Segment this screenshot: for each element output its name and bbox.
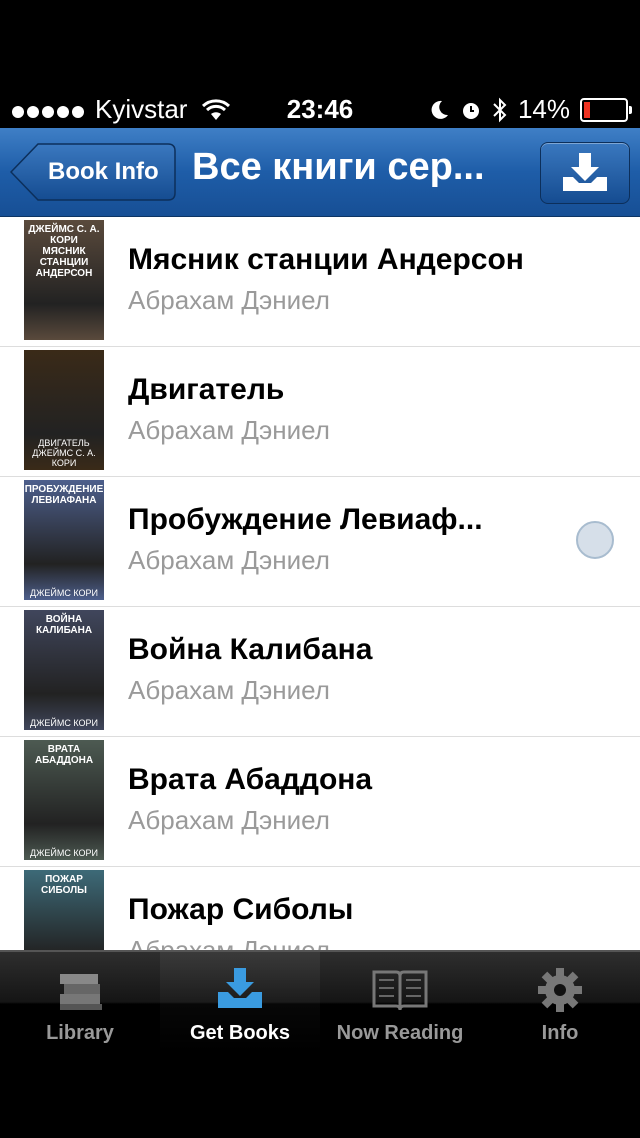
cover-title-text: ДЖЕЙМС С. А. КОРИ МЯСНИК СТАНЦИИ АНДЕРСО…: [28, 224, 100, 279]
book-row[interactable]: ДВИГАТЕЛЬ ДЖЕЙМС С. А. КОРИ Двигатель Абра…: [0, 347, 640, 477]
back-button-label: Book Info: [48, 158, 159, 185]
download-tray-icon: [218, 968, 262, 1008]
book-cover-image: ПОЖАР СИБОЛЫ: [24, 870, 104, 950]
book-title: Пробуждение Левиаф...: [128, 503, 483, 536]
book-row[interactable]: ДЖЕЙМС С. А. КОРИ МЯСНИК СТАНЦИИ АНДЕРСО…: [0, 217, 640, 347]
book-title: Врата Абаддона: [128, 763, 373, 796]
tab-label: Now Reading: [336, 1022, 464, 1044]
book-cover-image: ДВИГАТЕЛЬ ДЖЕЙМС С. А. КОРИ: [24, 350, 104, 470]
book-title: Мясник станции Андерсон: [128, 243, 524, 276]
tab-bar: Library Get Books Now Reading Info: [0, 950, 640, 1138]
cover-author-text: ДЖЕЙМС КОРИ: [30, 718, 98, 728]
book-title: Двигатель: [128, 373, 285, 406]
book-row[interactable]: ПРОБУЖДЕНИЕ ЛЕВИАФАНА ДЖЕЙМС КОРИ Пробужде…: [0, 477, 640, 607]
open-book-icon: [372, 970, 428, 1011]
gear-icon: [538, 968, 582, 1012]
moon-icon: [431, 100, 448, 119]
book-author: Абрахам Дэниел: [128, 805, 330, 835]
tab-label: Info: [541, 1022, 579, 1044]
book-row[interactable]: ВОЙНА КАЛИБАНА ДЖЕЙМС КОРИ Война Калибана А…: [0, 607, 640, 737]
download-progress-indicator[interactable]: [576, 521, 614, 559]
navigation-bar: Book Info Все книги сер...: [0, 128, 640, 217]
book-author: Абрахам Дэниел: [128, 675, 330, 705]
battery-percent: 14%: [517, 94, 570, 124]
cover-author-text: ДЖЕЙМС КОРИ: [30, 588, 98, 598]
bluetooth-icon: [493, 97, 507, 122]
book-author: Абрахам Дэниел: [128, 415, 330, 445]
download-tray-icon: [563, 153, 607, 191]
book-author: Абрахам Дэниел: [128, 285, 330, 315]
book-cover-image: ВРАТА АБАДДОНА ДЖЕЙМС КОРИ: [24, 740, 104, 860]
book-title: Пожар Сиболы: [128, 893, 354, 926]
back-button[interactable]: Book Info: [10, 142, 176, 202]
battery-icon: [580, 97, 632, 122]
status-bar: Kyivstar 23:46 14%: [0, 0, 640, 128]
cover-author-text: ДЖЕЙМС КОРИ: [30, 848, 98, 858]
book-list[interactable]: ДЖЕЙМС С. А. КОРИ МЯСНИК СТАНЦИИ АНДЕРСО…: [0, 217, 640, 950]
download-all-button[interactable]: [540, 142, 630, 204]
page-title: Все книги сер...: [192, 146, 485, 188]
tab-label: Get Books: [189, 1022, 291, 1044]
cover-title-text: ВОЙНА КАЛИБАНА: [35, 614, 93, 636]
book-author: Абрахам Дэниел: [128, 545, 330, 575]
book-author: Абрахам Дэниел: [128, 935, 330, 950]
book-cover-image: ПРОБУЖДЕНИЕ ЛЕВИАФАНА ДЖЕЙМС КОРИ: [24, 480, 104, 600]
alarm-icon: [462, 102, 479, 119]
book-cover-image: ДЖЕЙМС С. А. КОРИ МЯСНИК СТАНЦИИ АНДЕРСО…: [24, 220, 104, 340]
tab-info[interactable]: Info: [480, 952, 640, 1052]
tab-get-books[interactable]: Get Books: [160, 952, 320, 1052]
book-cover-image: ВОЙНА КАЛИБАНА ДЖЕЙМС КОРИ: [24, 610, 104, 730]
tab-label: Library: [46, 1022, 114, 1044]
book-row[interactable]: ВРАТА АБАДДОНА ДЖЕЙМС КОРИ Врата Абаддона А…: [0, 737, 640, 867]
tab-library[interactable]: Library: [0, 952, 160, 1052]
book-row[interactable]: ПОЖАР СИБОЛЫ Пожар Сиболы Абрахам Дэниел: [0, 867, 640, 950]
books-stack-icon: [60, 974, 102, 1010]
cover-title-text: ПОЖАР СИБОЛЫ: [41, 874, 87, 896]
tab-now-reading[interactable]: Now Reading: [320, 952, 480, 1052]
cover-title-text: ПРОБУЖДЕНИЕ ЛЕВИАФАНА: [24, 484, 104, 506]
cover-author-text: ДВИГАТЕЛЬ ДЖЕЙМС С. А. КОРИ: [32, 438, 96, 468]
cover-title-text: ВРАТА АБАДДОНА: [34, 744, 94, 766]
book-title: Война Калибана: [128, 633, 373, 666]
